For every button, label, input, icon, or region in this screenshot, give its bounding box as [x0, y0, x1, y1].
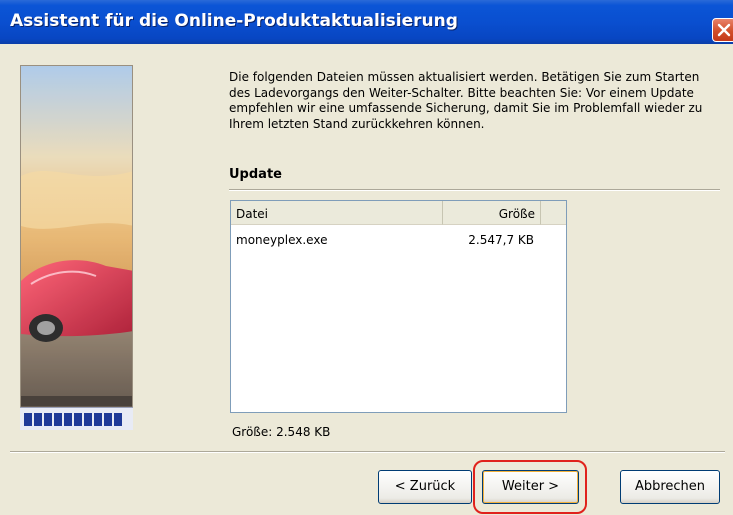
progress-segment [114, 413, 122, 426]
progress-segment [64, 413, 72, 426]
close-button[interactable] [712, 18, 733, 42]
progress-segment [94, 413, 102, 426]
list-header: Datei Größe [231, 201, 566, 226]
section-title: Update [229, 167, 282, 182]
next-button-highlight [473, 460, 587, 514]
wizard-window: Assistent für die Online-Produktaktualis… [0, 0, 733, 515]
back-button[interactable]: < Zurück [378, 470, 472, 504]
column-header-size[interactable]: Größe [443, 201, 541, 225]
cancel-button[interactable]: Abbrechen [620, 470, 720, 504]
column-header-file-label: Datei [236, 207, 269, 221]
window-title: Assistent für die Online-Produktaktualis… [10, 11, 458, 31]
file-size-cell: 2.547,7 KB [468, 233, 534, 247]
intro-text: Die folgenden Dateien müssen aktualisier… [229, 70, 703, 131]
progress-segment [104, 413, 112, 426]
progress-segment [24, 413, 32, 426]
column-header-size-label: Größe [498, 207, 535, 221]
progress-segment [84, 413, 92, 426]
footer-divider [10, 451, 725, 453]
progress-segment [74, 413, 82, 426]
close-icon [717, 23, 731, 37]
progress-segment [44, 413, 52, 426]
column-header-file[interactable]: Datei [231, 201, 443, 225]
sports-car-image [21, 66, 132, 429]
wizard-side-image [20, 65, 133, 430]
column-header-filler [541, 201, 566, 225]
progress-segment [54, 413, 62, 426]
title-bar[interactable]: Assistent für die Online-Produktaktualis… [0, 0, 733, 44]
progress-segment [34, 413, 42, 426]
file-name-cell: moneyplex.exe [236, 233, 328, 247]
section-divider [229, 189, 720, 191]
file-list[interactable]: Datei Größe moneyplex.exe 2.547,7 KB [230, 200, 567, 413]
table-row[interactable]: moneyplex.exe 2.547,7 KB [231, 229, 566, 247]
progress-indicator [20, 407, 133, 430]
total-size: Größe: 2.548 KB [232, 425, 331, 439]
